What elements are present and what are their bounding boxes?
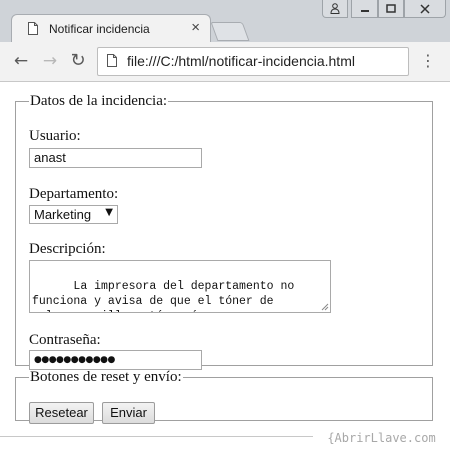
departamento-label: Departamento: bbox=[29, 186, 119, 202]
url-text[interactable]: file:///C:/html/notificar-incidencia.htm… bbox=[127, 53, 355, 69]
departamento-select[interactable]: Marketing ▼ bbox=[29, 205, 118, 224]
title-bar: Notificar incidencia × bbox=[0, 0, 450, 42]
incident-legend: Datos de la incidencia: bbox=[30, 93, 168, 109]
user-profile-icon[interactable] bbox=[322, 0, 348, 18]
resize-grip-icon[interactable] bbox=[321, 303, 329, 311]
usuario-input[interactable]: anast bbox=[29, 148, 202, 168]
buttons-legend: Botones de reset y envío: bbox=[30, 369, 182, 385]
maximize-button[interactable] bbox=[378, 0, 404, 18]
reset-button[interactable]: Resetear bbox=[29, 402, 94, 424]
document-icon bbox=[107, 54, 117, 67]
browser-toolbar: ← → ↻ file:///C:/html/notificar-incidenc… bbox=[0, 42, 450, 82]
departamento-selected-value: Marketing bbox=[34, 207, 92, 222]
menu-kebab-icon[interactable]: ⋮ bbox=[420, 52, 436, 72]
back-arrow-icon[interactable]: ← bbox=[11, 51, 31, 71]
tab-close-icon[interactable]: × bbox=[191, 19, 200, 36]
usuario-label: Usuario: bbox=[29, 128, 81, 144]
page-viewport: Datos de la incidencia: Usuario: anast D… bbox=[0, 82, 450, 450]
forward-arrow-icon[interactable]: → bbox=[40, 51, 60, 71]
descripcion-label: Descripción: bbox=[29, 241, 106, 257]
contrasena-input[interactable]: ●●●●●●●●●●● bbox=[29, 350, 202, 370]
document-icon bbox=[28, 22, 38, 35]
close-window-button[interactable] bbox=[404, 0, 446, 18]
descripcion-textarea[interactable]: La impresora del departamento no funcion… bbox=[29, 260, 331, 313]
tab-title: Notificar incidencia bbox=[49, 22, 150, 36]
address-bar[interactable]: file:///C:/html/notificar-incidencia.htm… bbox=[97, 47, 409, 76]
watermark: {AbrirLlave.com bbox=[313, 426, 450, 450]
descripcion-text: La impresora del departamento no funcion… bbox=[32, 280, 295, 312]
contrasena-label: Contraseña: bbox=[29, 332, 101, 348]
reload-icon[interactable]: ↻ bbox=[68, 51, 88, 71]
buttons-fieldset: Botones de reset y envío: Resetear Envia… bbox=[15, 369, 433, 424]
dropdown-arrow-icon: ▼ bbox=[105, 207, 113, 218]
submit-button[interactable]: Enviar bbox=[102, 402, 155, 424]
new-tab-button[interactable] bbox=[210, 22, 250, 41]
incident-data-fieldset: Datos de la incidencia: Usuario: anast D… bbox=[15, 93, 433, 370]
minimize-button[interactable] bbox=[351, 0, 378, 18]
browser-tab[interactable]: Notificar incidencia × bbox=[11, 14, 211, 42]
